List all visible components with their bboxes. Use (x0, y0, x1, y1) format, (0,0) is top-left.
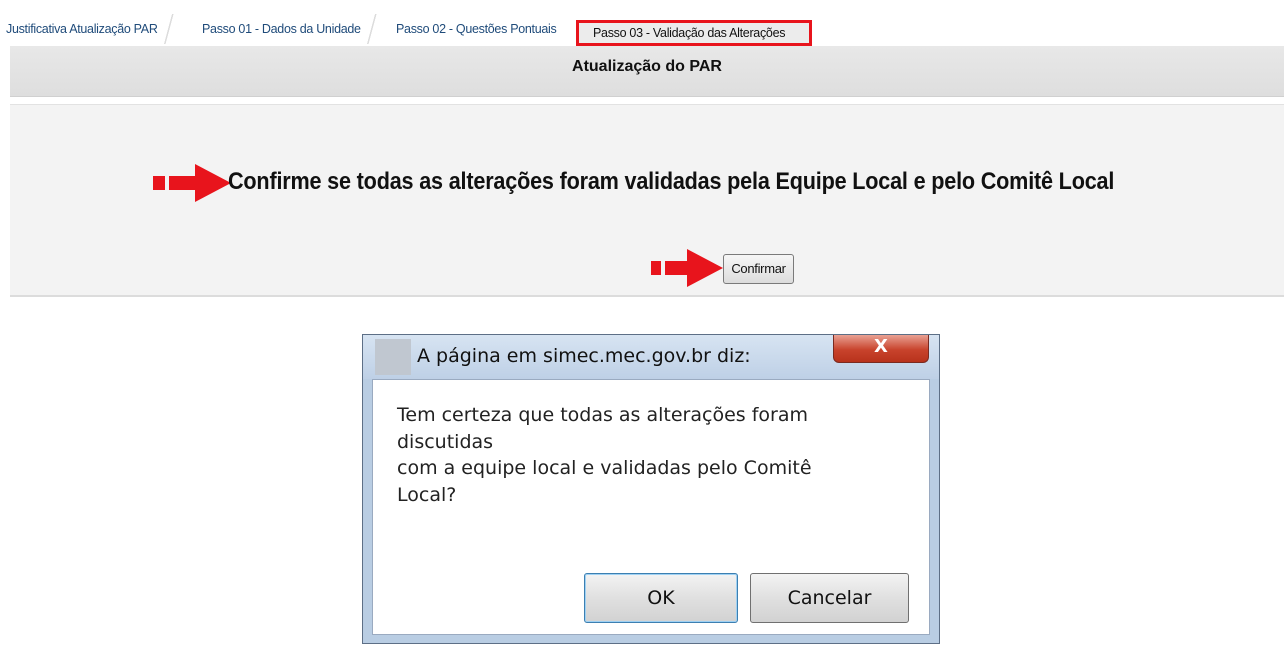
dialog-message: Tem certeza que todas as alterações fora… (397, 402, 897, 508)
tab-separator (161, 14, 176, 44)
tab-label: Passo 02 - Questões Pontuais (396, 22, 557, 36)
page-header: Atualização do PAR (10, 46, 1284, 97)
tab-label: Justificativa Atualização PAR (6, 22, 158, 36)
dialog-message-line: discutidas (397, 430, 494, 453)
ok-button[interactable]: OK (584, 573, 738, 623)
red-arrow-icon (153, 164, 231, 202)
tab-label: Passo 03 - Validação das Alterações (593, 26, 786, 40)
page-title: Atualização do PAR (572, 58, 722, 75)
confirmation-message: Confirme se todas as alterações foram va… (228, 168, 1115, 195)
dialog-message-line: Local? (397, 483, 457, 506)
close-icon[interactable]: X (833, 335, 929, 363)
tab-passo-02[interactable]: Passo 02 - Questões Pontuais (396, 14, 557, 44)
tab-passo-03[interactable]: Passo 03 - Validação das Alterações (576, 20, 812, 46)
tab-passo-01[interactable]: Passo 01 - Dados da Unidade (202, 14, 379, 44)
tab-separator (364, 14, 379, 44)
dialog-title: A página em simec.mec.gov.br diz: (417, 345, 751, 367)
tab-justificativa[interactable]: Justificativa Atualização PAR (6, 14, 176, 44)
confirm-button[interactable]: Confirmar (723, 254, 794, 284)
dialog-titlebar: A página em simec.mec.gov.br diz: X (363, 335, 939, 379)
dialog-message-line: Tem certeza que todas as alterações fora… (397, 404, 808, 426)
red-arrow-icon (651, 249, 723, 287)
cancel-button[interactable]: Cancelar (750, 573, 909, 623)
app-icon (375, 339, 411, 375)
confirm-dialog: A página em simec.mec.gov.br diz: X Tem … (362, 334, 940, 644)
tab-label: Passo 01 - Dados da Unidade (202, 22, 361, 36)
dialog-message-line: com a equipe local e validadas pelo Comi… (397, 457, 812, 479)
